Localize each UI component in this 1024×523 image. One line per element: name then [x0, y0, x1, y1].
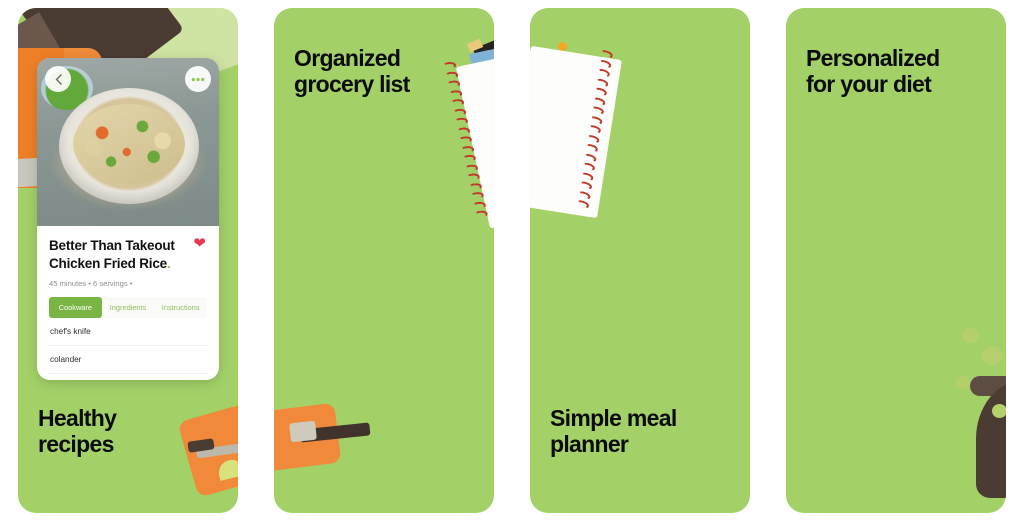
decor-notebook-page — [455, 48, 494, 229]
headline-line-2: recipes — [38, 430, 114, 457]
recipe-title-line1: Better Than Takeout — [49, 238, 175, 253]
favorite-heart-icon[interactable]: ❤ — [193, 234, 206, 252]
recipe-photo — [37, 58, 219, 226]
decor-fried-rice-bowl — [59, 88, 199, 204]
tab-ingredients[interactable]: Ingredients — [101, 297, 155, 319]
list-item[interactable]: colander — [49, 346, 207, 375]
decor-notebook-spiral — [443, 60, 492, 220]
decor-notebook-tab — [469, 50, 491, 64]
decor-cutting-board — [177, 392, 238, 498]
decor-dark-pan — [976, 380, 1006, 498]
panel-grocery-list: Organized grocery list Groceries ••• Add… — [256, 0, 512, 523]
headline-line-1: Organized — [294, 45, 401, 71]
more-options-button[interactable] — [185, 66, 211, 92]
more-dots-icon — [191, 77, 205, 81]
panel-meal-planner: ✕ Pick your week's meals Most Popular Se… — [512, 0, 768, 523]
recipe-title-line2: Chicken Fried Rice — [49, 255, 167, 271]
page-title: Simple meal planner — [550, 405, 677, 457]
panel-healthy-recipes: ❤ Better Than Takeout Chicken Fried Rice… — [0, 0, 256, 523]
headline-line-1: Simple meal — [550, 405, 677, 431]
list-item[interactable]: chef's knife — [49, 318, 207, 347]
decor-pencil-tip — [466, 38, 484, 53]
headline-line-1: Personalized — [806, 45, 940, 71]
decor-orange-dot — [558, 42, 567, 51]
decor-notebook-tab — [488, 46, 494, 60]
decor-pea — [962, 328, 979, 343]
screenshot-gallery: ❤ Better Than Takeout Chicken Fried Rice… — [0, 0, 1024, 523]
decor-orange-pan — [274, 402, 342, 474]
decor-pan-rim — [970, 376, 1006, 396]
headline-line-1: Healthy — [38, 405, 117, 431]
recipe-tabs: Cookware Ingredients Instructions — [49, 297, 208, 319]
headline-line-2: planner — [550, 430, 629, 457]
decor-pea — [992, 404, 1006, 418]
recipe-detail-screen: ❤ Better Than Takeout Chicken Fried Rice… — [37, 58, 219, 380]
page-title: Healthy recipes — [38, 405, 117, 457]
panel-personalized-diet: Personalized for your diet ‹ Settings Pr… — [768, 0, 1024, 523]
decor-pan-handle — [299, 422, 371, 443]
chevron-left-icon — [55, 73, 62, 85]
page-title: Personalized for your diet — [806, 45, 940, 97]
headline-line-2: grocery list — [294, 70, 410, 97]
back-button[interactable] — [45, 66, 71, 92]
page-title: Organized grocery list — [294, 45, 410, 97]
decor-pan-grip — [289, 420, 317, 443]
decor-pencil — [472, 23, 494, 58]
recipe-title: Better Than Takeout Chicken Fried Rice. — [49, 237, 207, 272]
decor-knife-handle — [187, 438, 215, 453]
decor-pea — [982, 346, 1003, 365]
decor-pea — [956, 376, 970, 389]
decor-knife-blade — [195, 434, 238, 459]
tab-instructions[interactable]: Instructions — [154, 297, 208, 319]
decor-notebook-spiral — [575, 48, 617, 211]
recipe-meta: 45 minutes • 6 servings • — [49, 279, 133, 289]
recipe-title-dot: . — [166, 255, 171, 271]
decor-notebook-page — [530, 45, 622, 219]
headline-line-2: for your diet — [806, 70, 932, 97]
decor-lemon-slice — [216, 457, 238, 481]
tab-cookware[interactable]: Cookware — [49, 297, 102, 319]
